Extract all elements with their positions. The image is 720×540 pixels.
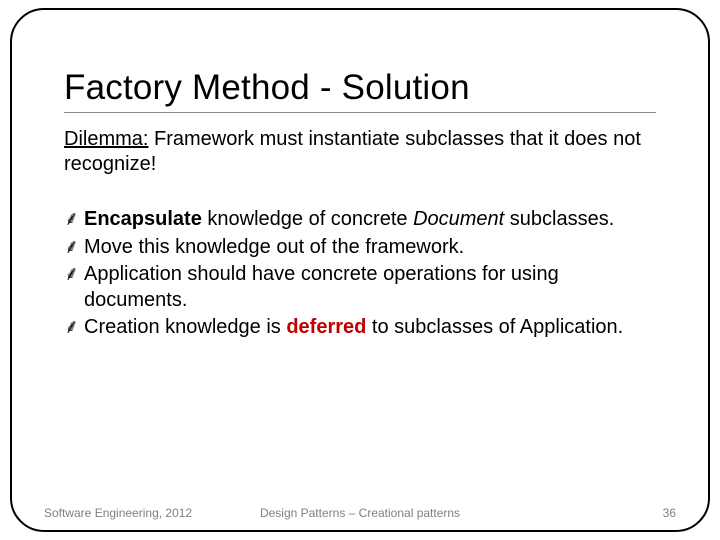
dilemma-text: Framework must instantiate subclasses th… [64, 128, 641, 175]
bullet-item: ⸙Encapsulate knowledge of concrete Docum… [64, 207, 656, 233]
footer-center: Design Patterns – Creational patterns [0, 506, 720, 520]
slide-title: Factory Method - Solution [64, 68, 656, 108]
bullet-marker-icon: ⸙ [64, 235, 84, 261]
bullet-text: knowledge of concrete [202, 208, 413, 230]
slide: Factory Method - Solution Dilemma: Frame… [0, 0, 720, 540]
bullet-text: subclasses. [504, 208, 614, 230]
bullet-text: Application should have concrete operati… [84, 263, 559, 311]
footer-page-number: 36 [663, 506, 676, 520]
bullet-text: Move this knowledge out of the framework… [84, 236, 464, 258]
slide-footer: Software Engineering, 2012 Design Patter… [0, 500, 720, 520]
bullet-text-bold: Encapsulate [84, 208, 202, 230]
bullet-list: ⸙Encapsulate knowledge of concrete Docum… [64, 207, 656, 341]
bullet-text-deferred: deferred [286, 316, 366, 338]
bullet-marker-icon: ⸙ [64, 207, 84, 233]
bullet-text: Creation knowledge is [84, 316, 286, 338]
bullet-marker-icon: ⸙ [64, 315, 84, 341]
bullet-text-italic: Document [413, 208, 504, 230]
bullet-item: ⸙Move this knowledge out of the framewor… [64, 235, 656, 261]
title-rule [64, 112, 656, 113]
bullet-item: ⸙Application should have concrete operat… [64, 262, 656, 313]
bullet-marker-icon: ⸙ [64, 262, 84, 288]
bullet-item: ⸙Creation knowledge is deferred to subcl… [64, 315, 656, 341]
dilemma-lead: Dilemma: [64, 128, 148, 150]
bullet-text: to subclasses of Application. [366, 316, 623, 338]
dilemma-paragraph: Dilemma: Framework must instantiate subc… [64, 127, 656, 177]
slide-frame: Factory Method - Solution Dilemma: Frame… [10, 8, 710, 532]
